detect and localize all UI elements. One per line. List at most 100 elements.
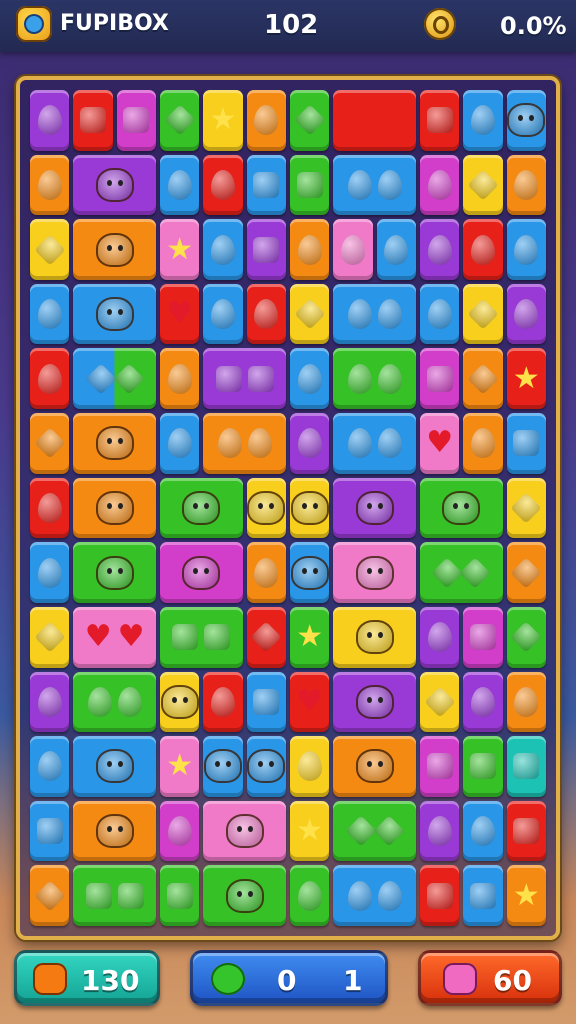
tile-yellow-critter[interactable] <box>290 477 330 539</box>
tile-green-square[interactable] <box>290 154 330 216</box>
tile-yellow-diamond[interactable] <box>30 219 70 280</box>
tile-magenta-square[interactable] <box>463 606 503 668</box>
tile-pink-critter-wide[interactable] <box>333 542 416 603</box>
resource-counter-right[interactable]: 60 <box>418 950 562 1006</box>
tile-green-square[interactable] <box>160 865 200 926</box>
tile-green-drop-wide[interactable] <box>73 671 156 733</box>
tile-magenta-drop[interactable] <box>160 800 200 862</box>
tile-purple-drop[interactable] <box>420 800 460 862</box>
tile-yellow-diamond[interactable] <box>506 477 546 539</box>
tile-green-square-wide[interactable] <box>73 865 156 926</box>
tile-blue-critter[interactable] <box>203 736 243 797</box>
tile-teal-square[interactable] <box>506 736 546 797</box>
tile-red-drop[interactable] <box>203 154 243 216</box>
tile-yellow-star[interactable]: ★ <box>290 800 330 862</box>
tile-blue-drop-wide[interactable] <box>333 154 416 216</box>
tile-yellow-diamond[interactable] <box>420 671 460 733</box>
tile-yellow-diamond[interactable] <box>463 283 503 345</box>
tile-purple-critter-wide[interactable] <box>333 671 416 733</box>
tile-blue-drop[interactable] <box>420 283 460 345</box>
tile-red-drop[interactable] <box>246 283 286 345</box>
tile-orange-diamond[interactable] <box>30 413 70 474</box>
tile-purple-drop[interactable] <box>506 283 546 345</box>
tile-orange-drop[interactable] <box>506 671 546 733</box>
moves-level-panel[interactable]: 0 1 <box>190 950 388 1006</box>
tile-yellow-drop[interactable] <box>290 736 330 797</box>
tile-red-square[interactable] <box>506 800 546 862</box>
tile-red-star[interactable]: ★ <box>506 348 546 410</box>
tile-yellow-diamond[interactable] <box>463 154 503 216</box>
tile-pink-heart-wide[interactable]: ♥ ♥ <box>73 606 156 668</box>
tile-red-capsule-wide[interactable] <box>333 90 416 151</box>
tile-blue-drop[interactable] <box>203 283 243 345</box>
tile-green-drop[interactable] <box>290 865 330 926</box>
tile-blue-drop-wide[interactable] <box>333 283 416 345</box>
tile-purple-drop[interactable] <box>30 90 70 151</box>
tile-yellow-critter[interactable] <box>246 477 286 539</box>
tile-purple-drop[interactable] <box>290 413 330 474</box>
tile-blue-drop[interactable] <box>30 283 70 345</box>
tile-blue-square[interactable] <box>30 800 70 862</box>
tile-yellow-diamond[interactable] <box>30 606 70 668</box>
tile-blue-drop[interactable] <box>290 348 330 410</box>
tile-blue-square[interactable] <box>246 671 286 733</box>
tile-orange-drop[interactable] <box>246 542 286 603</box>
tile-yellow-star[interactable]: ★ <box>203 90 243 151</box>
tile-orange-drop[interactable] <box>160 348 200 410</box>
tile-blue-drop-wide[interactable] <box>333 865 416 926</box>
tile-blue-drop[interactable] <box>160 413 200 474</box>
tile-blue-square[interactable] <box>246 154 286 216</box>
tile-orange-drop[interactable] <box>290 219 330 280</box>
tile-orange-drop[interactable] <box>506 154 546 216</box>
tile-blue-drop[interactable] <box>506 219 546 280</box>
tile-orange-diamond[interactable] <box>30 865 70 926</box>
tile-orange-critter-wide[interactable] <box>73 219 156 280</box>
tile-magenta-square[interactable] <box>420 348 460 410</box>
tile-orange-critter-wide[interactable] <box>73 800 156 862</box>
tile-blue-drop[interactable] <box>30 542 70 603</box>
tile-green-diamond[interactable] <box>506 606 546 668</box>
tile-yellow-diamond[interactable] <box>290 283 330 345</box>
tile-red-drop[interactable] <box>30 477 70 539</box>
tile-green-critter-wide[interactable] <box>160 477 243 539</box>
tile-red-heart[interactable]: ♥ <box>290 671 330 733</box>
tile-green-diamond-wide[interactable] <box>333 800 416 862</box>
tile-yellow-critter[interactable] <box>160 671 200 733</box>
tile-yellow-critter-wide[interactable] <box>333 606 416 668</box>
tile-magenta-square[interactable] <box>420 736 460 797</box>
tile-green-diamond[interactable] <box>290 90 330 151</box>
tile-orange-critter-wide[interactable] <box>73 477 156 539</box>
tile-pink-drop[interactable] <box>333 219 373 280</box>
tile-blue-drop[interactable] <box>160 154 200 216</box>
tile-green-critter-wide[interactable] <box>420 477 503 539</box>
tile-red-drop[interactable] <box>203 671 243 733</box>
tile-orange-drop-wide[interactable] <box>203 413 286 474</box>
tile-green-square[interactable] <box>463 736 503 797</box>
tile-blue-drop[interactable] <box>30 736 70 797</box>
tile-blue-drop[interactable] <box>463 800 503 862</box>
tile-blue-critter[interactable] <box>290 542 330 603</box>
tile-purple-critter-wide[interactable] <box>333 477 416 539</box>
tile-pink-star[interactable]: ★ <box>160 219 200 280</box>
tile-green-drop-wide[interactable] <box>333 348 416 410</box>
tile-orange-drop[interactable] <box>30 154 70 216</box>
tile-red-diamond[interactable] <box>246 606 286 668</box>
tile-red-drop[interactable] <box>30 348 70 410</box>
tile-blue-critter-wide[interactable] <box>73 736 156 797</box>
tile-purple-drop[interactable] <box>463 671 503 733</box>
tile-green-diamond[interactable] <box>160 90 200 151</box>
tile-orange-drop[interactable] <box>463 413 503 474</box>
tile-blue-drop[interactable] <box>203 219 243 280</box>
tile-red-square[interactable] <box>420 865 460 926</box>
tile-purple-drop[interactable] <box>420 219 460 280</box>
tile-purple-drop[interactable] <box>30 671 70 733</box>
coin-icon[interactable] <box>424 8 456 40</box>
tile-magenta-drop[interactable] <box>420 154 460 216</box>
tile-blue-green-wide[interactable] <box>73 348 156 410</box>
tile-blue-drop[interactable] <box>376 219 416 280</box>
tile-blue-square[interactable] <box>506 413 546 474</box>
resource-counter-left[interactable]: 130 <box>14 950 160 1006</box>
tile-blue-square[interactable] <box>463 865 503 926</box>
tile-green-square-wide[interactable] <box>160 606 243 668</box>
tile-red-square[interactable] <box>73 90 113 151</box>
